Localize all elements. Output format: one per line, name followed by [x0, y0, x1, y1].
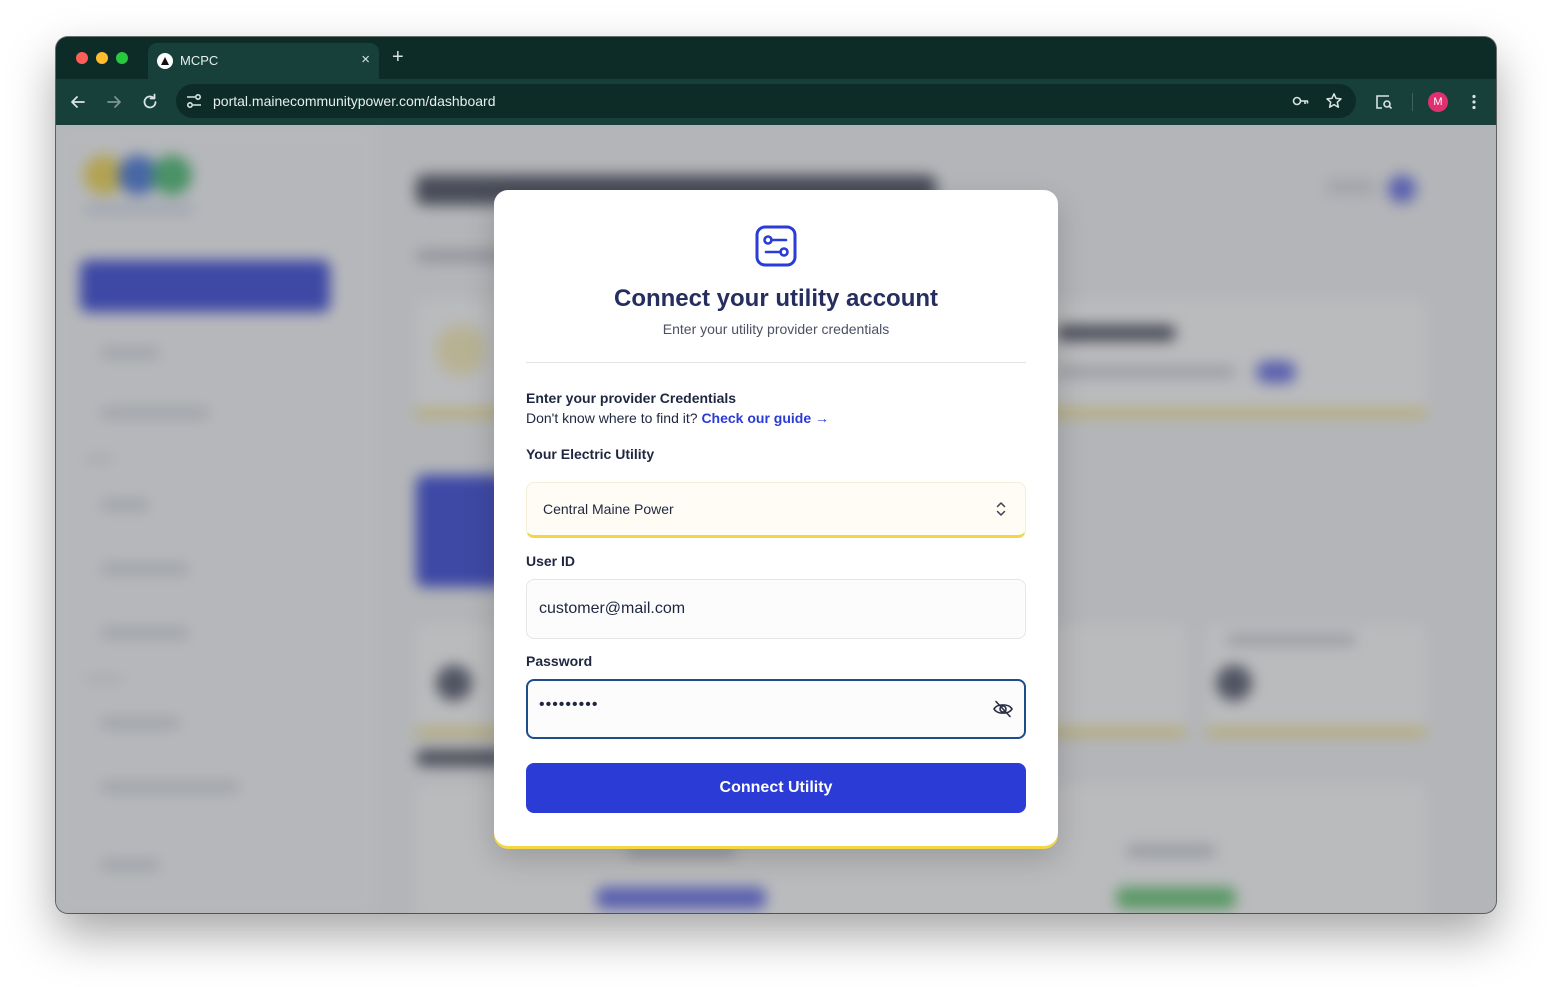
reload-icon[interactable]	[140, 92, 160, 112]
chevron-up-down-icon	[996, 502, 1006, 516]
browser-toolbar: portal.mainecommunitypower.com/dashboard…	[56, 79, 1496, 125]
lens-search-icon[interactable]	[1374, 92, 1394, 112]
profile-avatar[interactable]: M	[1428, 92, 1448, 112]
utility-select-value: Central Maine Power	[543, 501, 674, 517]
utility-select[interactable]: Central Maine Power	[526, 482, 1026, 538]
password-key-icon[interactable]	[1292, 92, 1310, 110]
arrow-right-icon: →	[815, 410, 830, 426]
sliders-icon	[755, 225, 797, 267]
new-tab-button[interactable]: +	[392, 45, 404, 69]
password-input[interactable]: •••••••••	[526, 679, 1026, 739]
kebab-menu-icon[interactable]	[1464, 92, 1484, 112]
site-favicon-icon	[157, 53, 173, 69]
modal-subtitle: Enter your utility provider credentials	[662, 321, 890, 337]
minimize-window-button[interactable]	[96, 52, 108, 64]
connect-utility-button[interactable]: Connect Utility	[526, 763, 1026, 813]
tab-title: MCPC	[180, 53, 219, 68]
bookmark-star-icon[interactable]	[1325, 92, 1343, 110]
userid-input-value: customer@mail.com	[539, 600, 686, 617]
back-arrow-icon[interactable]	[68, 92, 88, 112]
modal-divider	[526, 362, 1026, 363]
connect-utility-modal: Connect your utility account Enter your …	[494, 190, 1058, 846]
forward-arrow-icon[interactable]	[104, 92, 124, 112]
address-bar[interactable]: portal.mainecommunitypower.com/dashboard	[176, 84, 1356, 118]
credentials-help-text: Don't know where to find it? Check our g…	[526, 410, 829, 426]
site-settings-icon[interactable]	[185, 92, 203, 110]
tab-bar: MCPC × +	[56, 37, 1496, 79]
maximize-window-button[interactable]	[116, 52, 128, 64]
close-window-button[interactable]	[76, 52, 88, 64]
toolbar-divider	[1412, 93, 1413, 111]
guide-link-label: Check our guide	[701, 410, 812, 426]
userid-input[interactable]: customer@mail.com	[526, 579, 1026, 639]
credentials-heading: Enter your provider Credentials	[526, 390, 737, 406]
browser-tab[interactable]: MCPC ×	[148, 43, 379, 79]
url-text: portal.mainecommunitypower.com/dashboard	[213, 93, 496, 109]
guide-link[interactable]: Check our guide →	[701, 410, 829, 426]
eye-off-icon[interactable]	[992, 699, 1014, 719]
password-input-value: •••••••••	[539, 696, 599, 713]
page-viewport: Connect your utility account Enter your …	[56, 125, 1496, 913]
userid-label: User ID	[526, 553, 576, 569]
password-label: Password	[526, 653, 593, 669]
utility-label: Your Electric Utility	[526, 446, 655, 462]
browser-window: MCPC × + portal.mainecommunitypower.com/…	[56, 37, 1496, 913]
modal-title: Connect your utility account	[613, 285, 939, 312]
help-text: Don't know where to find it?	[526, 410, 702, 426]
tab-close-icon[interactable]: ×	[361, 51, 370, 69]
